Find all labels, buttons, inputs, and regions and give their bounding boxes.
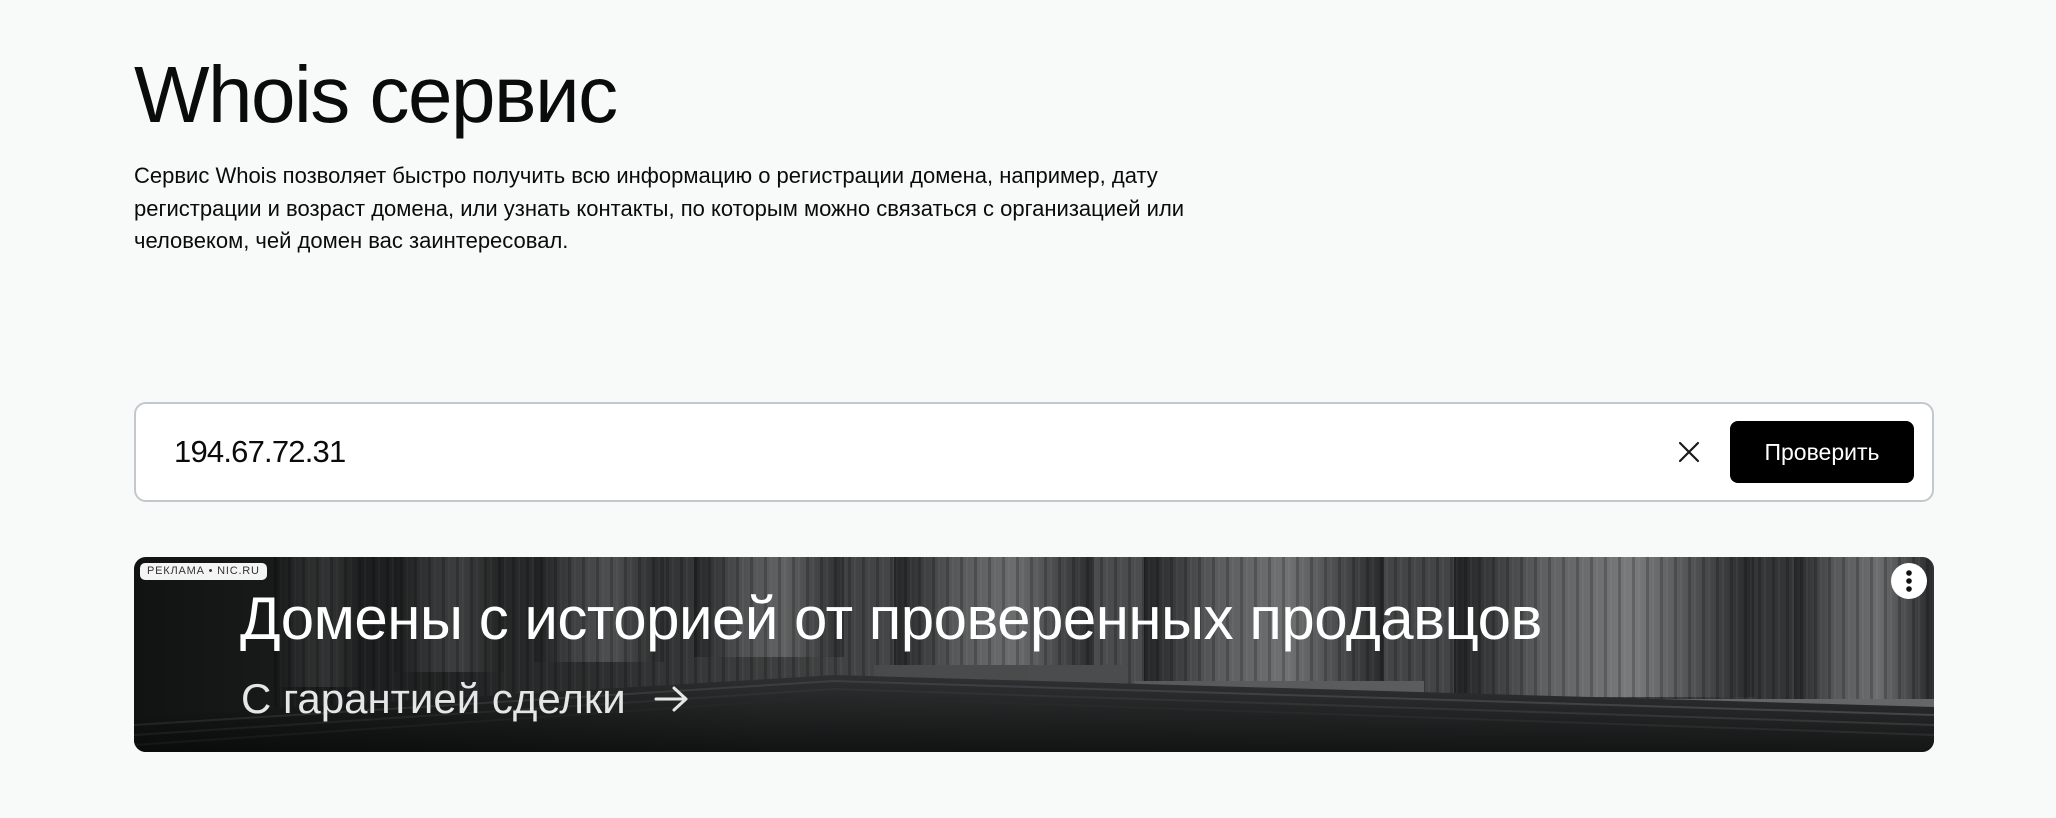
whois-search-form: Проверить [134,402,1934,502]
ad-subline-text: С гарантией сделки [241,675,626,722]
more-vertical-icon [1906,570,1912,592]
check-button[interactable]: Проверить [1730,421,1914,483]
ad-label: РЕКЛАМА • NIC.RU [140,563,267,580]
ad-banner[interactable]: РЕКЛАМА • NIC.RU Домены с историей от пр… [134,557,1934,752]
ad-subline: С гарантией сделки [241,669,690,729]
page-description: Сервис Whois позволяет быстро получить в… [134,163,1185,253]
ad-menu-button[interactable] [1891,563,1927,599]
ad-headline: Домены с историей от проверенных продавц… [240,585,1542,652]
page-title: Whois сервис [134,50,618,139]
clear-search-button[interactable] [1663,426,1715,478]
domain-search-input[interactable] [174,430,1554,474]
close-icon [1678,441,1700,463]
arrow-right-icon [654,685,690,713]
